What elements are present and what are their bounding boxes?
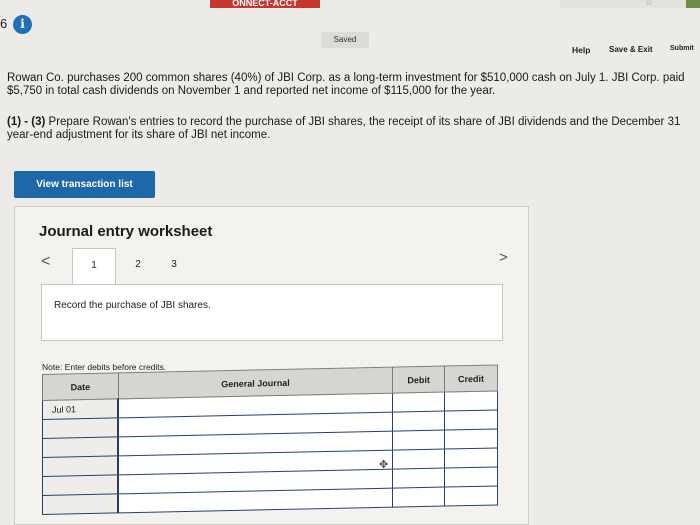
- chevron-left-icon[interactable]: <: [41, 253, 50, 271]
- date-column-header: Date: [42, 372, 119, 401]
- browser-corner-icon: [686, 0, 700, 8]
- move-cursor-icon: ✥: [379, 459, 389, 471]
- credit-input[interactable]: [444, 409, 498, 431]
- debit-input[interactable]: [392, 468, 445, 489]
- instruction-box: Record the purchase of JBI shares.: [41, 284, 503, 341]
- debits-note: Note: Enter debits before credits.: [42, 362, 167, 372]
- date-cell[interactable]: [42, 455, 119, 477]
- date-cell[interactable]: [42, 417, 119, 439]
- credit-input[interactable]: [444, 390, 498, 412]
- question-text: Rowan Co. purchases 200 common shares (4…: [7, 72, 685, 97]
- save-exit-link[interactable]: Save & Exit: [609, 45, 653, 54]
- credit-input[interactable]: [444, 447, 498, 469]
- tab-1[interactable]: 1: [72, 248, 116, 284]
- help-link[interactable]: Help: [572, 45, 590, 55]
- credit-input[interactable]: [444, 428, 498, 450]
- question-part-label: (1) - (3): [7, 116, 46, 128]
- credit-column-header: Credit: [444, 364, 498, 393]
- question-instructions: (1) - (3) Prepare Rowan's entries to rec…: [7, 116, 697, 142]
- date-cell[interactable]: Jul 01: [42, 398, 119, 420]
- question-part-text: Prepare Rowan's entries to record the pu…: [7, 116, 681, 141]
- journal-table: Date General Journal Debit Credit Jul 01: [42, 364, 498, 515]
- top-bar: ONNECT-ACCT ☆: [0, 0, 700, 8]
- chevron-right-icon[interactable]: >: [499, 249, 508, 266]
- tab-3[interactable]: 3: [152, 248, 196, 282]
- worksheet-title: Journal entry worksheet: [39, 223, 213, 240]
- brand-banner: ONNECT-ACCT: [210, 0, 320, 8]
- debit-input[interactable]: [392, 411, 445, 432]
- star-icon[interactable]: ☆: [645, 0, 653, 8]
- credit-input[interactable]: [444, 485, 498, 507]
- top-right-strip: [560, 0, 700, 8]
- info-icon[interactable]: i: [13, 15, 32, 34]
- date-cell[interactable]: [42, 474, 119, 496]
- debit-input[interactable]: [392, 449, 445, 470]
- submit-link[interactable]: Submit: [670, 45, 694, 52]
- debit-input[interactable]: [392, 487, 445, 508]
- date-cell[interactable]: [42, 493, 119, 515]
- debit-input[interactable]: [392, 430, 445, 451]
- journal-entry-worksheet: Journal entry worksheet < > 1 2 3 Record…: [14, 206, 529, 525]
- credit-input[interactable]: [444, 466, 498, 488]
- view-transaction-list-button[interactable]: View transaction list: [14, 171, 155, 198]
- instruction-text: Record the purchase of JBI shares.: [54, 300, 211, 311]
- saved-status-badge: Saved: [321, 32, 369, 48]
- debit-column-header: Debit: [392, 366, 445, 394]
- question-number: 6: [0, 16, 8, 31]
- date-cell[interactable]: [42, 436, 119, 458]
- debit-input[interactable]: [392, 392, 445, 413]
